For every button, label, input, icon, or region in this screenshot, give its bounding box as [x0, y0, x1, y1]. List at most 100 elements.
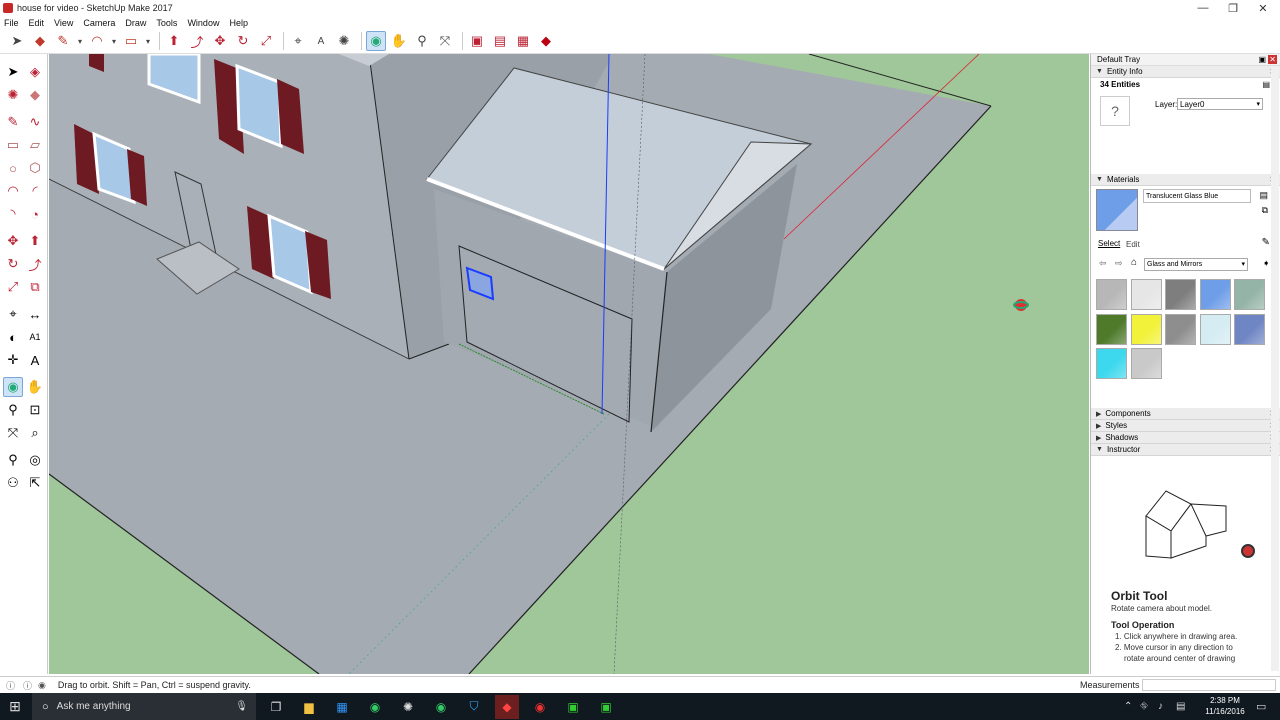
styles-header[interactable]: ▶ Styles ✕ [1091, 420, 1280, 432]
sample-paint-icon[interactable]: ✎ [1262, 237, 1270, 248]
details-icon[interactable]: ▤ [1262, 80, 1270, 89]
menu-tools[interactable]: Tools [156, 18, 177, 28]
position-camera-icon[interactable]: ⚲ [3, 450, 23, 470]
maximize-button[interactable]: ❐ [1218, 0, 1248, 16]
tray-close-icon[interactable]: ✕ [1268, 55, 1277, 64]
warehouse-icon[interactable]: ▣ [467, 31, 487, 51]
back-icon[interactable]: ⇦ [1099, 258, 1107, 269]
pin-icon[interactable]: ▣ [1258, 55, 1266, 64]
settings-app-icon[interactable]: ✺ [396, 695, 420, 719]
share-model-icon[interactable]: ▤ [490, 31, 510, 51]
tray-scrollbar[interactable] [1271, 66, 1279, 671]
scale-icon[interactable]: ⤢ [256, 31, 276, 51]
tray-chevron-icon[interactable]: ⌃ [1124, 701, 1132, 712]
entity-info-header[interactable]: ▼ Entity Info ✕ [1091, 66, 1280, 78]
instructor-header[interactable]: ▼ Instructor ✕ [1091, 444, 1280, 456]
menu-edit[interactable]: Edit [29, 18, 45, 28]
chrome-icon[interactable]: ◉ [363, 695, 387, 719]
pan-icon[interactable]: ✋ [389, 31, 409, 51]
zoom-window-icon[interactable]: ⊡ [25, 400, 45, 420]
info-icon[interactable]: ⓘ [6, 679, 15, 692]
rotate-icon[interactable]: ↻ [233, 31, 253, 51]
pencil-icon[interactable]: ✎ [53, 31, 73, 51]
extension-warehouse-icon[interactable]: ▦ [513, 31, 533, 51]
look-around-icon[interactable]: ◎ [25, 450, 45, 470]
material-name-input[interactable]: Translucent Glass Blue [1143, 189, 1251, 203]
clock[interactable]: 2:38 PM 11/16/2016 [1200, 695, 1250, 717]
zoom-icon[interactable]: ⚲ [3, 400, 23, 420]
close-button[interactable]: ✕ [1248, 0, 1278, 16]
rotate-icon[interactable]: ↻ [3, 254, 23, 274]
menu-view[interactable]: View [54, 18, 73, 28]
shape-dropdown-icon[interactable]: ▾ [144, 31, 152, 51]
move-icon[interactable]: ✥ [3, 231, 23, 251]
move-icon[interactable]: ✥ [210, 31, 230, 51]
forward-icon[interactable]: ⇨ [1115, 258, 1123, 269]
cortana-search-box[interactable]: ○ Ask me anything 🎙 [32, 693, 256, 720]
push-pull-icon[interactable]: ⬆ [25, 231, 45, 251]
walk-icon[interactable]: ⚇ [3, 473, 23, 493]
text-icon[interactable]: A [311, 31, 331, 51]
arc-icon[interactable]: ◠ [87, 31, 107, 51]
select-icon[interactable]: ➤ [7, 31, 27, 51]
windows-start-icon[interactable]: ⊞ [3, 695, 27, 719]
create-material-icon[interactable]: ⧉ [1262, 205, 1268, 216]
layer-select[interactable]: Layer0 ▾ [1177, 98, 1263, 110]
home-icon[interactable]: ⌂ [1131, 257, 1137, 268]
material-swatch[interactable] [1130, 348, 1162, 379]
menu-draw[interactable]: Draw [125, 18, 146, 28]
components-header[interactable]: ▶ Components ✕ [1091, 408, 1280, 420]
push-pull-icon[interactable]: ⬆ [164, 31, 184, 51]
zoom-extents-icon[interactable]: ⤧ [3, 423, 23, 443]
line-icon[interactable]: ✎ [3, 112, 23, 132]
material-swatch[interactable] [1130, 279, 1162, 310]
material-swatch[interactable] [1096, 348, 1127, 379]
paint-bucket-icon[interactable]: ✺ [334, 31, 354, 51]
follow-me-icon[interactable]: ⤴ [187, 31, 207, 51]
orbit-icon[interactable]: ◉ [366, 31, 386, 51]
material-swatch[interactable] [1234, 279, 1265, 310]
notifications-icon[interactable]: ▭ [1256, 700, 1266, 713]
three-point-arc-icon[interactable]: ◝ [3, 204, 23, 224]
credits-icon[interactable]: ⓘ [23, 679, 32, 692]
offset-icon[interactable]: ⧉ [25, 277, 45, 297]
sketchup-taskbar-icon[interactable]: ◆ [495, 694, 519, 719]
dimension-icon[interactable]: ↔ [25, 304, 45, 324]
arc-icon[interactable]: ◠ [3, 181, 23, 201]
keyboard-icon[interactable]: ▤ [1176, 701, 1185, 712]
text-icon[interactable]: A1 [25, 327, 45, 347]
eraser-icon[interactable]: ◆ [25, 85, 45, 105]
user-icon[interactable]: ◉ [38, 680, 46, 691]
chrome-second-icon[interactable]: ◉ [528, 695, 552, 719]
rotated-rectangle-icon[interactable]: ▱ [25, 135, 45, 155]
circle-icon[interactable]: ○ [3, 158, 23, 178]
shield-icon[interactable]: ⛉ [462, 695, 486, 719]
tape-measure-icon[interactable]: ⌖ [3, 304, 23, 324]
chrome-app-icon[interactable]: ◉ [429, 695, 453, 719]
tab-edit[interactable]: Edit [1126, 240, 1140, 249]
camtasia-icon[interactable]: ▣ [561, 695, 585, 719]
recorder-icon[interactable]: ▣ [594, 695, 618, 719]
material-swatch[interactable] [1199, 313, 1231, 345]
paint-bucket-icon[interactable]: ✺ [3, 85, 23, 105]
follow-me-icon[interactable]: ⤴ [25, 254, 45, 274]
library-select[interactable]: Glass and Mirrors ▾ [1144, 258, 1248, 271]
material-swatch[interactable] [1199, 279, 1231, 310]
drawing-area[interactable] [49, 54, 1089, 674]
tab-select[interactable]: Select [1098, 239, 1120, 248]
material-swatch[interactable] [1130, 313, 1162, 345]
tape-measure-icon[interactable]: ⌖ [288, 31, 308, 51]
protractor-icon[interactable]: ◐ [3, 327, 23, 347]
task-view-icon[interactable]: ❐ [264, 695, 288, 719]
store-icon[interactable]: ▦ [330, 695, 354, 719]
display-secondary-icon[interactable]: ▤ [1259, 190, 1268, 201]
section-plane-icon[interactable]: ⇱ [25, 473, 45, 493]
material-swatch[interactable] [1096, 279, 1127, 310]
make-component-icon[interactable]: ◈ [25, 62, 45, 82]
line-dropdown-icon[interactable]: ▾ [76, 31, 84, 51]
material-swatch[interactable] [1165, 279, 1196, 310]
previous-view-icon[interactable]: ⌕ [25, 423, 45, 443]
scale-icon[interactable]: ⤢ [3, 277, 23, 297]
orbit-icon[interactable]: ◉ [3, 377, 23, 397]
menu-help[interactable]: Help [229, 18, 248, 28]
